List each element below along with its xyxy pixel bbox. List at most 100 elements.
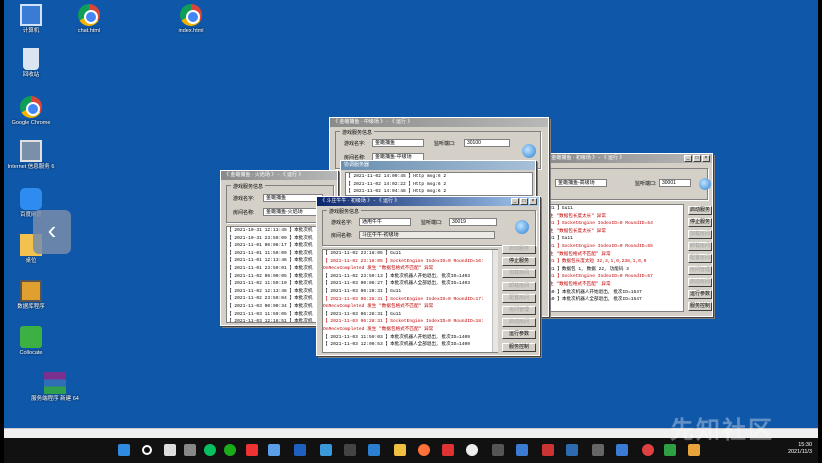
chrome-icon [20,96,42,118]
app-icon[interactable] [268,444,280,456]
log-scrollbar[interactable] [492,250,498,352]
window-controls: _ □ × [684,155,710,162]
log-line: 【 2021-11-03 06:28:31 】SocketEngine Inde… [323,296,484,302]
desktop-icon-label: Internet 信息服务 6 [7,164,55,170]
game-globe-icon [699,178,711,190]
back-button[interactable]: ‹ [33,210,71,254]
app-icon[interactable] [542,444,554,456]
desktop-icon-google-chrome[interactable]: Google Chrome [4,96,58,126]
desktop-icon-recycle-bin[interactable]: 回收站 [4,48,58,78]
port-field[interactable]: 30019 [449,218,497,226]
app-icon[interactable] [688,444,700,456]
control-button[interactable]: 配置房间 [502,293,536,303]
control-button[interactable]: 启动服务 [688,206,712,215]
chrome-icon[interactable] [642,444,654,456]
room-name-field[interactable]: 金蟾捕鱼-高级场 [555,179,607,187]
baidu-netdisk-icon [20,188,42,210]
control-button[interactable]: 房间管理 [688,266,712,275]
desktop-icon-database[interactable]: 数据库程序 [4,280,58,310]
app-icon[interactable] [442,444,454,456]
log-line: 生 "数据包长度太长" 异常 [549,213,606,219]
search-icon[interactable] [142,445,152,455]
control-button[interactable]: 服务控制 [688,302,712,311]
control-button[interactable]: 启动房间 [502,318,536,328]
app-icon[interactable] [592,444,604,456]
event-log: 【 2021-11-02 14:00:45 】Http msg:6 2 【 202… [345,172,533,196]
system-clock[interactable]: 15:30 2021/11/3 [788,442,812,456]
task-view-icon[interactable] [164,444,176,456]
app-icon[interactable] [246,444,258,456]
app-icon[interactable] [294,444,306,456]
control-button[interactable]: 停止服务 [502,257,536,267]
game-globe-icon [522,144,536,158]
control-button[interactable]: 加载房间 [688,230,712,239]
game-name-label: 游戏名字: [344,141,366,147]
control-button[interactable]: 运行参数 [502,330,536,340]
log-line: 31 】SocketEngine IndexID=0 RoundID=54 [549,221,653,227]
control-button[interactable]: 卸载房间 [502,281,536,291]
desktop-icon-label: chat.html [77,28,101,34]
control-button[interactable]: 房间管理 [502,306,536,315]
desktop-icon-index-html[interactable]: index.html [164,4,218,34]
log-line: 【 2021-11-03 12:09:53 】本批次机器人全部退出, 批次ID=… [323,342,471,348]
app-icon[interactable] [344,444,356,456]
control-button[interactable]: 加载房间 [502,269,536,279]
section-title: 游戏服务信息 [231,183,266,190]
log-line: 31 】数据包长度太短 32,3,1,0,238,1,0,0 [549,259,647,265]
maximize-button[interactable]: □ [693,155,701,162]
game-name-field[interactable]: 金蟾捕鱼 [372,139,424,147]
database-icon [20,280,42,302]
room-name-field[interactable]: 斗庄牛牛-初级场 [359,231,495,239]
wechat-icon[interactable] [204,444,216,456]
desktop-icon-iis[interactable]: Internet 信息服务 6 [4,140,58,170]
desktop-icon-winrar[interactable]: 服务端程序 新建 64 [28,372,82,402]
log-line: 50 】本批次机器人全部退出, 批次ID=1547 [549,297,642,303]
maximize-button[interactable]: □ [520,198,528,205]
control-button[interactable]: 配置房间 [688,254,712,263]
vscode-icon[interactable] [368,444,380,456]
port-field[interactable]: 30100 [464,139,510,147]
control-button[interactable]: 服务控制 [502,342,536,352]
app-icon[interactable] [516,444,528,456]
app-icon[interactable] [492,444,504,456]
recycle-bin-icon [23,48,39,70]
room-name-field[interactable]: 金蟾捕鱼-火焰场 [263,208,323,216]
minimize-button[interactable]: _ [511,198,519,205]
desktop-icon-chat-html[interactable]: chat.html [62,4,116,34]
control-button[interactable]: 启动房间 [688,278,712,287]
app-icon[interactable] [664,444,676,456]
control-button[interactable]: 运行参数 [688,290,712,299]
desktop-icon-label: Google Chrome [11,120,51,126]
game-globe-icon [515,220,529,234]
log-line: 【 2021-11-02 14:00:45 】Http msg:6 2 [346,174,447,179]
close-button[interactable]: × [702,155,710,162]
widgets-icon[interactable] [184,444,196,456]
app-icon[interactable] [320,444,332,456]
firefox-icon[interactable] [418,444,430,456]
port-field[interactable]: 30001 [659,179,691,187]
control-button[interactable]: 停止服务 [688,218,712,227]
window-title: 《 金蟾捕鱼 · 中级场 》 - 《 运行 》 [330,118,548,127]
computer-icon [20,4,42,26]
desktop-icon-collocate[interactable]: Collocate [4,326,58,356]
desktop-icon-computer[interactable]: 计算机 [4,4,58,34]
game-name-field[interactable]: 通用牛牛 [359,218,411,226]
chat-app-icon[interactable] [224,444,236,456]
app-icon[interactable] [616,444,628,456]
desktop-icon-label: Collocate [19,350,43,356]
service-info-group: 游戏服务信息 游戏名字: 通用牛牛 监听端口: 30019 房间名称: 斗庄牛牛… [322,208,536,246]
game-name-label: 游戏名字: [233,196,255,202]
app-icon[interactable] [466,444,478,456]
file-explorer-icon[interactable] [394,444,406,456]
control-button[interactable]: 卸载房间 [688,242,712,251]
control-button[interactable]: 启动服务 [502,245,536,254]
start-icon[interactable] [118,444,130,456]
close-button[interactable]: × [529,198,537,205]
log-line: 生 "数据包格式不匹配" 异常 [549,281,611,287]
desktop-icon-label: 服务端程序 新建 64 [31,396,79,402]
log-line: 【 2021-11-02 23:18:05 】SocketEngine Inde… [323,258,484,264]
minimize-button[interactable]: _ [684,155,692,162]
room-name-label: 房间名称: [331,233,353,239]
app-icon[interactable] [566,444,578,456]
game-name-field[interactable]: 金蟾捕鱼 [263,194,323,202]
